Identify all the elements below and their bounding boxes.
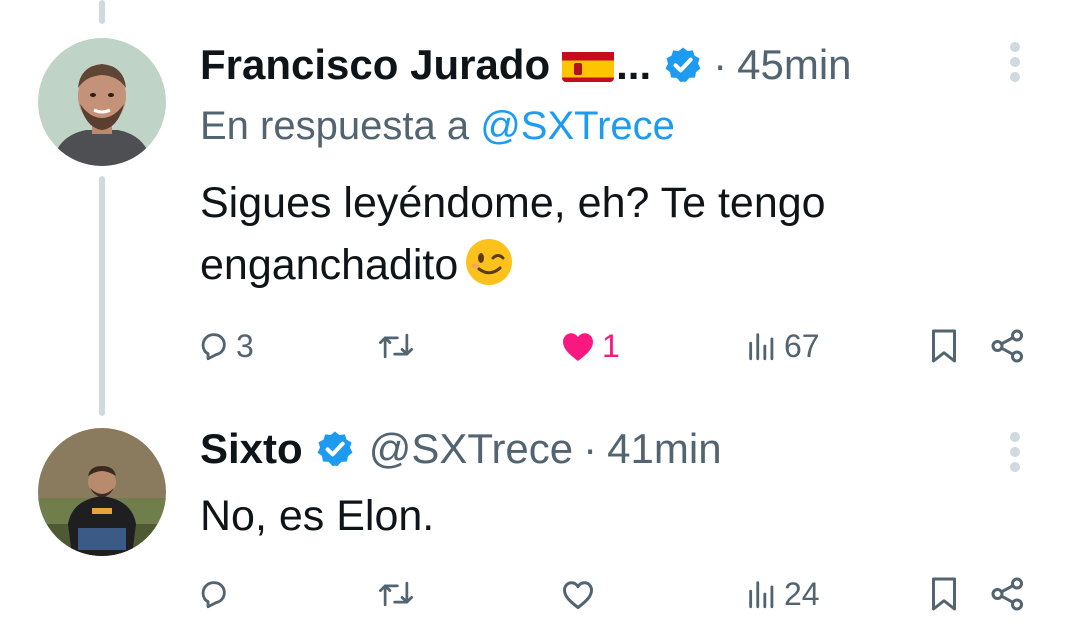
views-chart-icon bbox=[749, 581, 774, 609]
retweet-icon bbox=[379, 581, 413, 607]
reply-icon bbox=[201, 333, 226, 361]
views-chart-icon bbox=[749, 333, 774, 361]
thread-line-top bbox=[99, 0, 105, 24]
heart-filled-icon bbox=[563, 333, 593, 361]
reply-context: En respuesta a @SXTrece bbox=[200, 104, 675, 149]
author-handle[interactable]: @SXTrece bbox=[369, 425, 573, 473]
bookmark-button[interactable] bbox=[929, 316, 959, 376]
tweet-text-line: Sigues leyéndome, eh? Te tengo bbox=[200, 179, 826, 227]
tweet-actions: 24 bbox=[0, 564, 1080, 624]
tweet-actions: 3 1 67 bbox=[0, 316, 1080, 376]
more-options-icon[interactable] bbox=[1005, 432, 1025, 472]
thread-line bbox=[99, 176, 105, 416]
share-icon bbox=[991, 577, 1023, 611]
retweet-button[interactable] bbox=[377, 316, 421, 376]
tweet-text-line: No, es Elon. bbox=[200, 492, 435, 540]
reply-prefix: En respuesta a bbox=[200, 104, 470, 148]
separator: · bbox=[713, 41, 728, 88]
bookmark-icon bbox=[932, 577, 956, 611]
tweet-text: No, es Elon. bbox=[200, 485, 434, 547]
share-button[interactable] bbox=[990, 564, 1026, 624]
avatar[interactable] bbox=[38, 38, 166, 166]
more-options-icon[interactable] bbox=[1005, 42, 1025, 82]
reply-count: 3 bbox=[236, 327, 254, 364]
tweet-time[interactable]: 41min bbox=[607, 425, 721, 473]
tweet-text-line: enganchadito bbox=[200, 234, 826, 296]
retweet-icon bbox=[379, 333, 413, 359]
views-button[interactable]: 67 bbox=[746, 316, 820, 376]
winking-face-emoji bbox=[464, 237, 514, 287]
tweet-header: Francisco Jurado ... · 45min bbox=[200, 38, 852, 92]
views-count: 67 bbox=[784, 327, 820, 364]
share-button[interactable] bbox=[990, 316, 1026, 376]
tweet-text: Sigues leyéndome, eh? Te tengo enganchad… bbox=[200, 172, 826, 296]
verified-badge-icon bbox=[315, 429, 355, 469]
share-icon bbox=[991, 329, 1023, 363]
reply-button[interactable] bbox=[196, 564, 236, 624]
bookmark-button[interactable] bbox=[929, 564, 959, 624]
author-name[interactable]: Francisco Jurado bbox=[200, 41, 550, 89]
like-button[interactable]: 1 bbox=[560, 316, 620, 376]
name-truncation: ... bbox=[616, 41, 652, 88]
verified-badge-icon bbox=[663, 45, 703, 85]
tweet-header: Sixto @SXTrece · 41min bbox=[200, 422, 722, 476]
reply-icon bbox=[201, 581, 226, 609]
reply-button[interactable]: 3 bbox=[196, 316, 254, 376]
author-name[interactable]: Sixto bbox=[200, 425, 303, 473]
tweet-time[interactable]: 45min bbox=[737, 41, 851, 89]
spain-flag-emoji bbox=[562, 48, 615, 82]
heart-icon bbox=[563, 581, 593, 609]
like-count: 1 bbox=[602, 327, 620, 364]
views-count: 24 bbox=[784, 575, 820, 612]
views-button[interactable]: 24 bbox=[746, 564, 820, 624]
avatar[interactable] bbox=[38, 428, 166, 556]
retweet-button[interactable] bbox=[377, 564, 421, 624]
bookmark-icon bbox=[932, 329, 956, 363]
reply-mention-link[interactable]: @SXTrece bbox=[480, 104, 675, 148]
separator: · bbox=[583, 425, 598, 472]
like-button[interactable] bbox=[560, 564, 602, 624]
